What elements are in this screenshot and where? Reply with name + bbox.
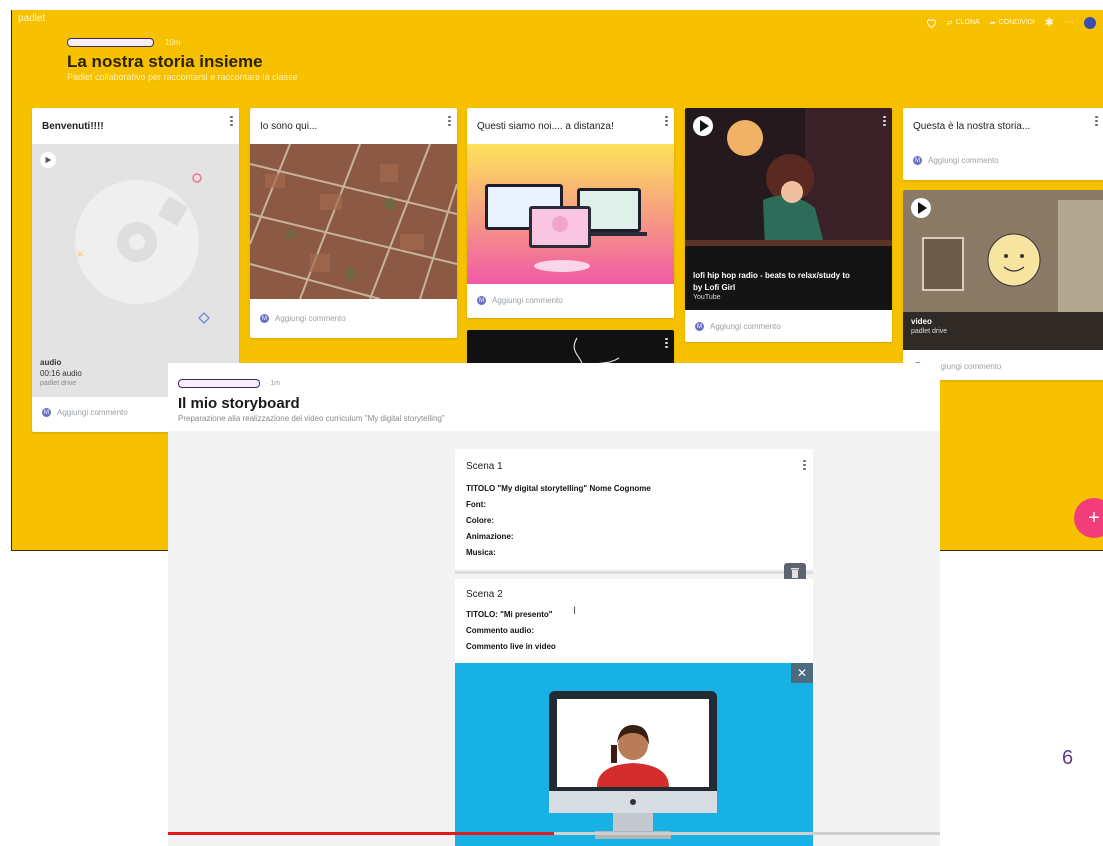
scene-divider <box>455 571 813 574</box>
post-title: Questi siamo noi.... a distanza! <box>477 121 614 132</box>
post-card-story[interactable]: Questa è la nostra storia... M Aggiungi … <box>903 108 1103 180</box>
settings-button[interactable]: ✱ <box>1045 16 1054 29</box>
post-title: Benvenuti!!!! <box>42 121 104 132</box>
video-call-illustration[interactable] <box>467 144 674 284</box>
share-label: CONDIVIDI <box>998 19 1035 26</box>
video-author: by Lofi Girl <box>693 283 736 292</box>
aerial-map-image[interactable] <box>250 144 457 299</box>
author-time: · 1m <box>266 380 281 387</box>
clone-icon: ⇄ <box>946 19 953 27</box>
avatar: M <box>42 408 51 417</box>
slide-number: 6 <box>1062 747 1074 769</box>
avatar: M <box>695 322 704 331</box>
share-button[interactable]: ➦ CONDIVIDI <box>990 19 1035 27</box>
post-title: Questa è la nostra storia... <box>913 121 1031 132</box>
add-post-button[interactable]: + <box>1074 498 1103 538</box>
video-source: YouTube <box>693 294 721 301</box>
post-menu-icon[interactable] <box>448 114 452 128</box>
plus-icon: + <box>1088 506 1100 529</box>
padlet-subtitle: Padlet collaborativo per raccontarsi e r… <box>67 72 298 82</box>
scene-card-1[interactable]: Scena 1 TITOLO "My digital storytelling"… <box>455 449 813 569</box>
video-source: padlet drive <box>911 328 948 335</box>
avatar: M <box>477 296 486 305</box>
scene-line: TITOLO "My digital storytelling" Nome Co… <box>466 484 651 493</box>
post-card-lofi[interactable]: lofi hip hop radio - beats to relax/stud… <box>685 108 892 342</box>
add-comment[interactable]: M Aggiungi commento <box>467 288 573 313</box>
scene-title: Scena 2 <box>466 589 503 600</box>
heart-button[interactable] <box>926 18 937 28</box>
padlet-title: La nostra storia insieme <box>67 52 263 71</box>
add-comment-label: Aggiungi commento <box>710 322 781 331</box>
add-comment[interactable]: M Aggiungi commento <box>250 306 356 331</box>
scene-title: Scena 1 <box>466 461 503 472</box>
audio-disc-icon: × <box>75 173 202 304</box>
audio-attachment[interactable]: × audio 00:16 audio padlet drive <box>32 144 239 397</box>
heart-icon <box>926 18 936 28</box>
post-menu-icon[interactable] <box>1095 114 1099 128</box>
add-comment-label: Aggiungi commento <box>928 156 999 165</box>
audio-title: audio <box>40 358 62 367</box>
storyboard-subtitle: Preparazione alla realizzazione del vide… <box>178 414 445 423</box>
scene-line: Font: <box>466 500 486 509</box>
scene-video-attachment[interactable]: ✕ <box>455 663 813 846</box>
gear-icon: ✱ <box>1044 17 1054 29</box>
add-comment[interactable]: M Aggiungi commento <box>685 314 791 339</box>
author-time: · 10m <box>160 38 181 47</box>
scene-line: Commento audio: <box>466 626 534 635</box>
share-icon: ➦ <box>989 19 996 27</box>
add-comment-label: Aggiungi commento <box>492 296 563 305</box>
post-menu-icon[interactable] <box>230 114 234 128</box>
webcam-video-thumbnail[interactable] <box>903 190 1103 350</box>
post-title: Io sono qui... <box>260 121 318 132</box>
add-comment[interactable]: M Aggiungi commento <box>32 400 138 425</box>
post-menu-icon[interactable] <box>665 114 669 128</box>
video-progress-bar[interactable] <box>168 832 940 835</box>
avatar: M <box>260 314 269 323</box>
padlet-brand[interactable]: padlet <box>18 13 45 24</box>
padlet-author: · 10m <box>67 38 180 47</box>
add-comment-label: Aggiungi commento <box>57 408 128 417</box>
padlet-toolbar: ⇄ CLONA ➦ CONDIVIDI ✱ ⋯ <box>926 16 1096 29</box>
diamond-icon <box>198 312 210 324</box>
avatar: M <box>913 156 922 165</box>
scene-card-2[interactable]: Scena 2 TITOLO: "Mi presento" Commento a… <box>455 579 813 663</box>
scene-line: Animazione: <box>466 532 514 541</box>
video-title: lofi hip hop radio - beats to relax/stud… <box>693 271 850 280</box>
audio-source: padlet drive <box>40 380 77 387</box>
play-icon[interactable] <box>40 152 56 168</box>
audio-duration: 00:16 audio <box>40 369 82 378</box>
svg-text:×: × <box>76 249 84 260</box>
more-icon: ⋯ <box>1064 17 1074 28</box>
storyboard-board: · 1m Il mio storyboard Preparazione alla… <box>168 363 940 846</box>
more-button[interactable]: ⋯ <box>1064 17 1074 28</box>
post-card-video[interactable]: video padlet drive M …ggiungi commento <box>903 190 1103 380</box>
post-menu-icon[interactable] <box>883 114 887 128</box>
user-avatar[interactable] <box>1084 16 1096 29</box>
scene-line: Musica: <box>466 548 496 557</box>
add-comment-label: Aggiungi commento <box>275 314 346 323</box>
scene-body[interactable]: TITOLO "My digital storytelling" Nome Co… <box>466 481 651 561</box>
clone-label: CLONA <box>955 19 980 26</box>
text-cursor-icon: I <box>573 605 577 617</box>
close-video-button[interactable]: ✕ <box>791 663 813 683</box>
trash-icon <box>791 568 799 578</box>
post-card-distance[interactable]: Questi siamo noi.... a distanza! M Aggiu… <box>467 108 674 318</box>
scene-line: TITOLO: "Mi presento" <box>466 610 553 619</box>
scene-line: Commento live in video <box>466 642 556 651</box>
post-menu-icon[interactable] <box>665 336 669 350</box>
storyboard-author: · 1m <box>178 379 280 388</box>
scene-body[interactable]: TITOLO: "Mi presento" Commento audio: Co… <box>466 607 556 655</box>
video-title: video <box>911 317 932 326</box>
scene-line: Colore: <box>466 516 494 525</box>
clone-button[interactable]: ⇄ CLONA <box>947 19 980 27</box>
author-name-redacted <box>67 38 154 47</box>
monitor-illustration <box>549 691 717 839</box>
storyboard-title: Il mio storyboard <box>178 395 300 412</box>
post-card-here[interactable]: Io sono qui... M Aggiungi commento <box>250 108 457 338</box>
close-icon: ✕ <box>796 666 808 680</box>
add-comment[interactable]: M Aggiungi commento <box>903 148 1009 173</box>
author-name-redacted <box>178 379 260 388</box>
video-progress-fill <box>168 832 554 835</box>
scene-menu-icon[interactable] <box>803 458 807 472</box>
